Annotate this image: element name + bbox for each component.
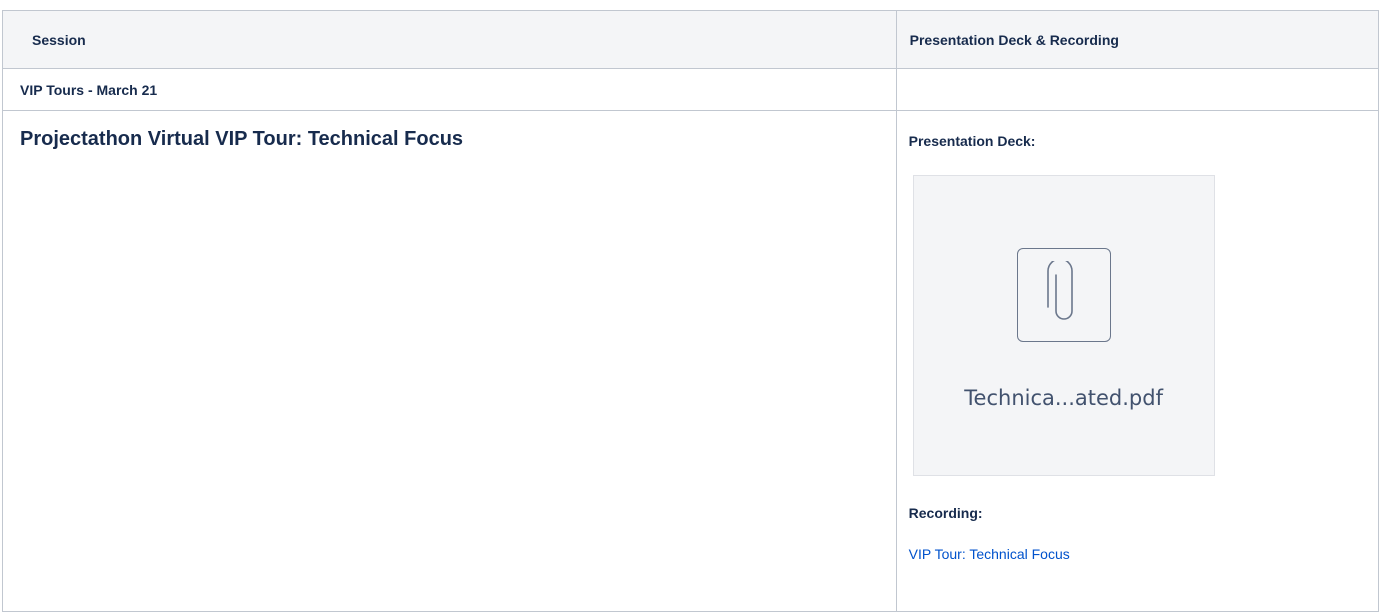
deck-recording-cell: Presentation Deck: Technica...ated.pdf R… xyxy=(895,110,1380,612)
session-title: Projectathon Virtual VIP Tour: Technical… xyxy=(20,128,464,150)
table-header-row: Session Presentation Deck & Recording xyxy=(2,10,1380,69)
presentation-deck-label: Presentation Deck: xyxy=(908,133,1036,149)
column-header-session-label: Session xyxy=(32,31,86,48)
session-cell: Projectathon Virtual VIP Tour: Technical… xyxy=(2,110,897,612)
table-row: VIP Tours - March 21 xyxy=(2,68,1380,111)
attachment-filename: Technica...ated.pdf xyxy=(964,386,1163,410)
column-header-session: Session xyxy=(2,10,897,69)
paperclip-icon xyxy=(1016,248,1111,342)
recording-label: Recording: xyxy=(908,505,983,521)
sessions-table: Session Presentation Deck & Recording VI… xyxy=(2,10,1380,612)
date-cell-empty xyxy=(895,68,1380,111)
recording-link[interactable]: VIP Tour: Technical Focus xyxy=(909,546,1070,562)
page-content: Session Presentation Deck & Recording VI… xyxy=(0,0,1388,612)
pdf-attachment-card[interactable]: Technica...ated.pdf xyxy=(912,175,1215,476)
date-label: VIP Tours - March 21 xyxy=(20,81,158,98)
date-cell: VIP Tours - March 21 xyxy=(2,68,897,111)
column-header-deck-recording: Presentation Deck & Recording xyxy=(895,10,1380,69)
column-header-deck-recording-label: Presentation Deck & Recording xyxy=(909,31,1119,48)
table-row: Projectathon Virtual VIP Tour: Technical… xyxy=(2,110,1380,612)
